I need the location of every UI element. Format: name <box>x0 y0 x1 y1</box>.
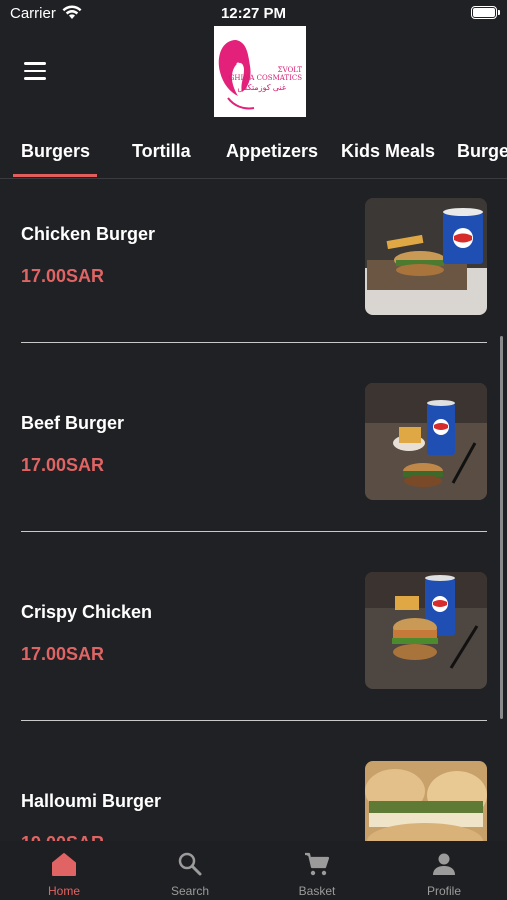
product-name: Beef Burger <box>21 413 125 433</box>
tab-burgers-2[interactable]: Burge <box>457 141 507 162</box>
nav-profile[interactable]: Profile <box>381 841 507 900</box>
logo-text: ΣVOLT <box>277 66 302 74</box>
tab-tortilla[interactable]: Tortilla <box>132 141 191 162</box>
nav-home-label: Home <box>47 884 80 898</box>
item-divider <box>21 342 487 343</box>
logo-text-arabic: غنى كوزمتكس <box>237 83 286 92</box>
tab-appetizers[interactable]: Appetizers <box>226 141 318 162</box>
product-price: 17.00SAR <box>21 266 105 286</box>
nav-basket-label: Basket <box>298 884 336 898</box>
product-image <box>365 383 487 500</box>
nav-search-label: Search <box>170 884 210 898</box>
product-price: 19.00SAR <box>21 833 104 841</box>
product-price: 17.00SAR <box>21 644 105 664</box>
nav-profile-label: Profile <box>426 884 461 898</box>
list-item[interactable]: Beef Burger 17.00SAR <box>0 368 507 557</box>
home-icon <box>52 853 76 876</box>
scrollbar[interactable] <box>500 336 503 719</box>
status-bar: Carrier 12:27 PM <box>0 0 507 28</box>
tab-burgers[interactable]: Burgers <box>21 141 90 162</box>
product-image <box>365 761 487 841</box>
battery-icon <box>471 6 500 19</box>
list-item[interactable]: Chicken Burger 17.00SAR <box>0 179 507 368</box>
brand-logo: ΣVOLT GHINA COSMATICS غنى كوزمتكس <box>214 26 306 117</box>
product-list: Chicken Burger 17.00SAR Beef Burger 17.0… <box>0 179 507 841</box>
product-price: 17.00SAR <box>21 455 105 475</box>
nav-home[interactable]: Home <box>1 841 127 900</box>
product-name: Crispy Chicken <box>21 602 153 622</box>
menu-button[interactable] <box>24 62 46 80</box>
active-tab-indicator <box>13 174 97 177</box>
logo-text: GHINA COSMATICS <box>228 74 302 82</box>
list-item[interactable]: Crispy Chicken 17.00SAR <box>0 557 507 746</box>
nav-search[interactable]: Search <box>127 841 253 900</box>
menu-icon-bar <box>24 77 46 80</box>
product-name: Halloumi Burger <box>21 791 162 811</box>
clock: 12:27 PM <box>220 5 287 22</box>
item-divider <box>21 720 487 721</box>
menu-icon-bar <box>24 62 46 65</box>
nav-basket[interactable]: Basket <box>254 841 380 900</box>
product-image <box>365 198 487 315</box>
person-icon <box>433 853 455 875</box>
menu-icon-bar <box>24 69 46 72</box>
bottom-nav: Home Search Basket Profile <box>0 841 507 900</box>
tab-kids-meals[interactable]: Kids Meals <box>341 141 435 162</box>
list-item[interactable]: Halloumi Burger 19.00SAR <box>0 746 507 841</box>
product-name: Chicken Burger <box>21 224 156 244</box>
item-divider <box>21 531 487 532</box>
product-image <box>365 572 487 689</box>
cart-icon <box>305 852 330 876</box>
search-icon <box>178 852 202 876</box>
